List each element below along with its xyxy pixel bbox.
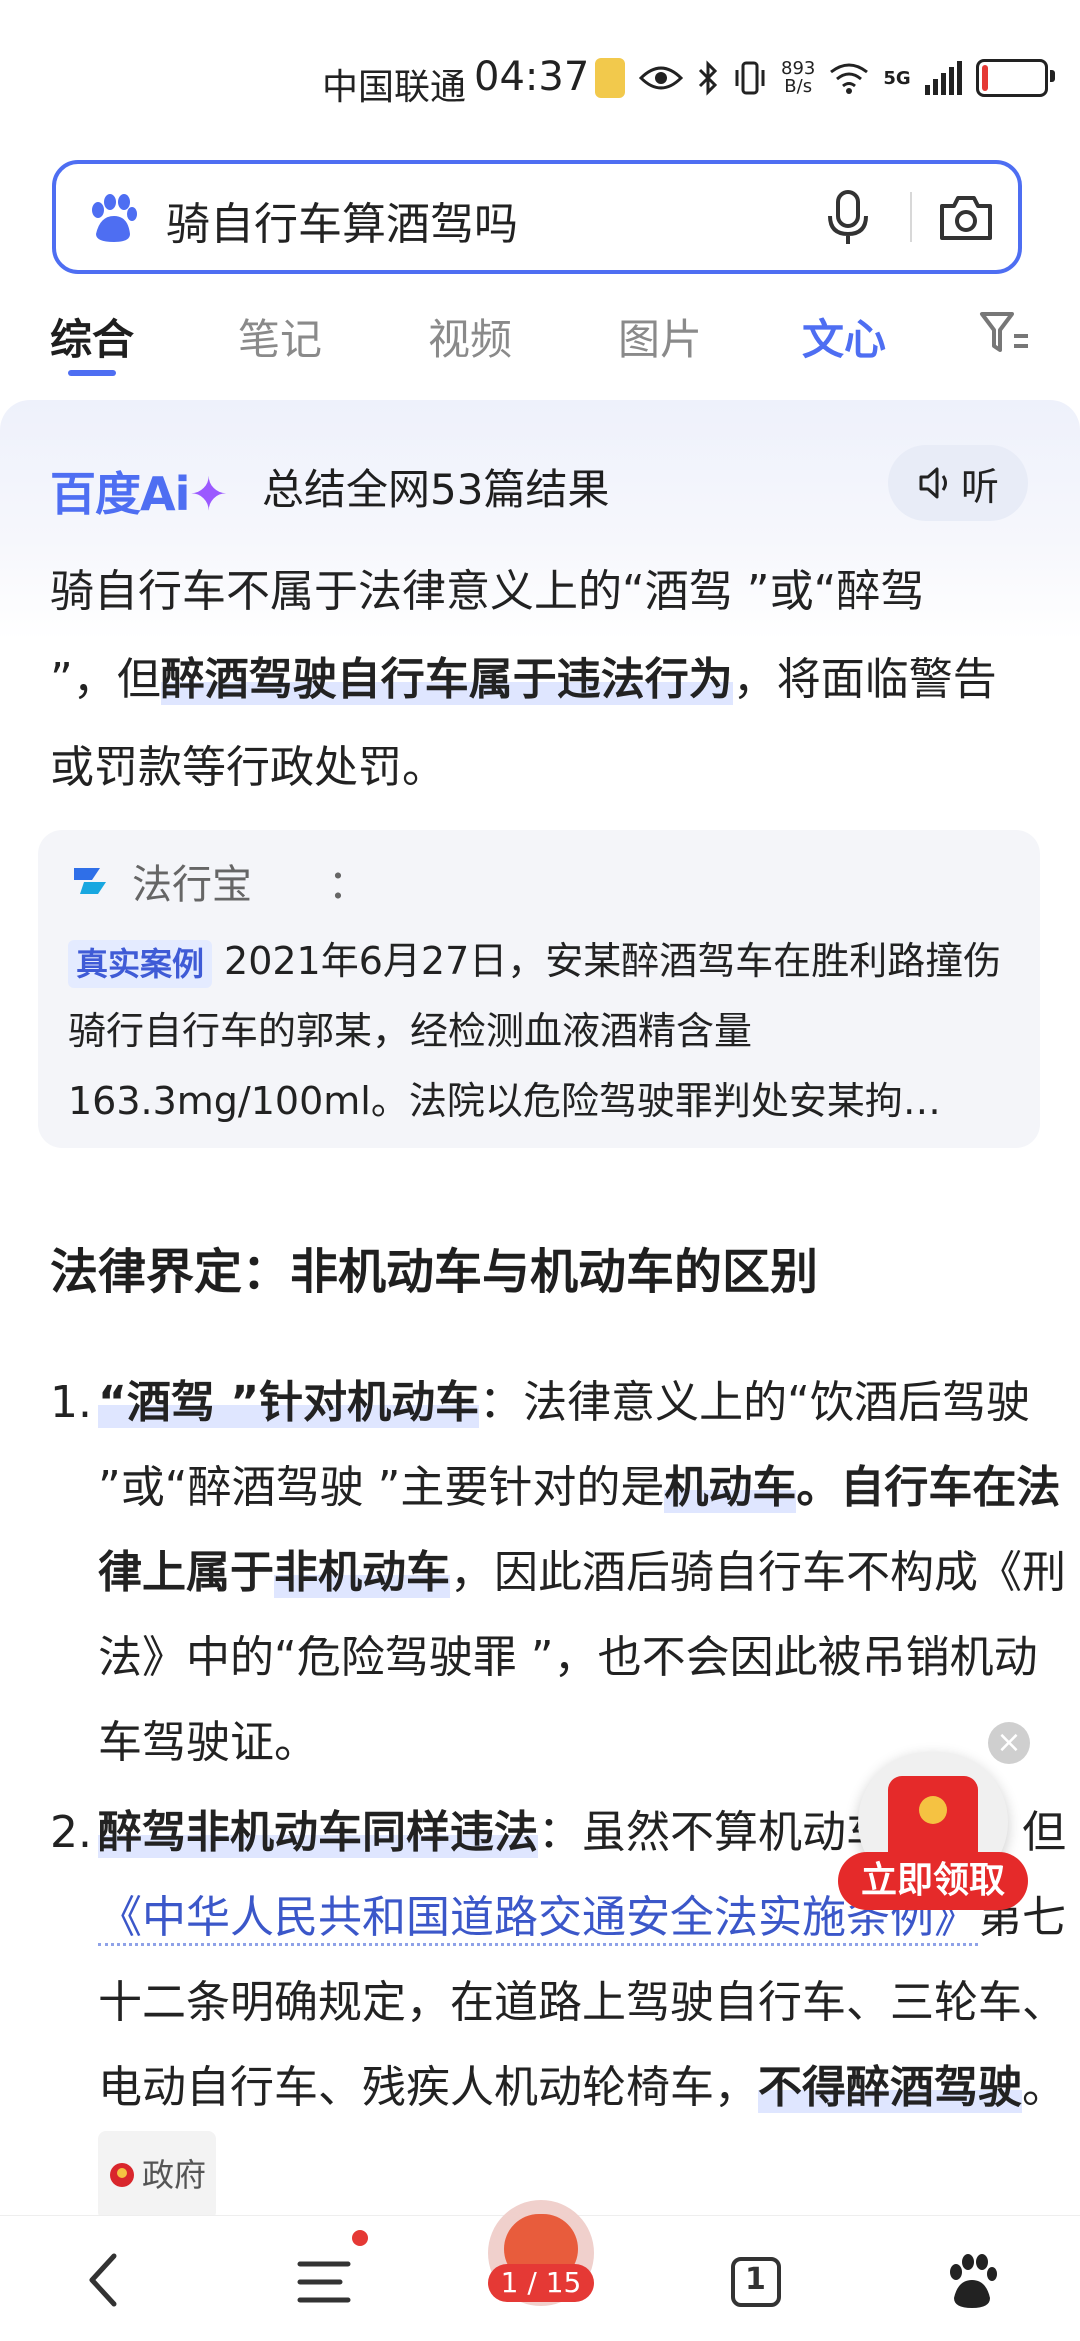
- case-card[interactable]: 法行宝 ： 真实案例 2021年6月27日，安某醉酒驾车在胜利路撞伤骑行自行车的郭…: [38, 830, 1040, 1148]
- sparkle-icon: ✦: [189, 467, 228, 521]
- faxingbao-logo-icon: [74, 868, 106, 894]
- speaker-icon: [919, 467, 947, 499]
- filter-icon[interactable]: [978, 310, 1030, 356]
- national-emblem-icon: [110, 2163, 134, 2187]
- summary-highlight: 醉酒驾驶自行车属于违法行为: [160, 654, 733, 705]
- status-icons: 893 B/s 5G: [595, 58, 1055, 98]
- notification-app-icon: [595, 58, 625, 98]
- list-item: 1. “酒驾 ”针对机动车：法律意义上的“饮酒后驾驶 ”或“醉酒驾驶 ”主要针对…: [50, 1360, 1066, 1785]
- tab-wenxin[interactable]: 文心: [802, 306, 886, 367]
- tab-video[interactable]: 视频: [428, 306, 512, 367]
- ai-summary-text: 骑自行车不属于法律意义上的“酒驾 ”或“醉驾 ”，但醉酒驾驶自行车属于违法行为，…: [50, 548, 1000, 812]
- search-divider: [910, 192, 912, 242]
- item-bold: 机动车: [664, 1462, 797, 1513]
- item-lead: “酒驾 ”针对机动车: [98, 1377, 480, 1428]
- listen-button[interactable]: 听: [888, 445, 1028, 521]
- listen-label: 听: [960, 464, 999, 509]
- baidu-home-icon[interactable]: [944, 2252, 1000, 2312]
- tab-notes[interactable]: 笔记: [238, 306, 322, 367]
- close-icon[interactable]: ×: [988, 1722, 1030, 1764]
- government-source-badge[interactable]: 政府: [98, 2130, 217, 2220]
- battery-icon: [975, 59, 1055, 97]
- search-bar[interactable]: 骑自行车算酒驾吗: [52, 160, 1022, 274]
- ai-logo-text: 百度Ai: [50, 467, 190, 521]
- list-item-number: 1.: [50, 1377, 92, 1428]
- carrier-name: 中国联通: [322, 67, 467, 108]
- notification-dot: [352, 2230, 368, 2246]
- item-text: 。: [796, 1462, 841, 1513]
- wifi-icon: [830, 63, 869, 94]
- case-body: 真实案例 2021年6月27日，安某醉酒驾车在胜利路撞伤骑行自行车的郭某，经检测血…: [68, 926, 1038, 1136]
- active-tab-indicator: [68, 370, 116, 376]
- baidu-ai-logo: 百度Ai✦: [50, 458, 228, 524]
- baidu-paw-icon: [92, 194, 137, 242]
- item-bold: 非机动车: [274, 1547, 450, 1598]
- tab-count: 1: [745, 2262, 766, 2297]
- page-counter: 1 / 15: [488, 2264, 594, 2302]
- section-title: 法律界定：非机动车与机动车的区别: [50, 1244, 819, 1300]
- microphone-icon[interactable]: [826, 190, 870, 246]
- status-bar: 中国联通 04:37 893 B/s 5G: [0, 48, 1080, 112]
- item-lead: 醉驾非机动车同样违法: [98, 1807, 538, 1858]
- list-item-text: “酒驾 ”针对机动车：法律意义上的“饮酒后驾驶 ”或“醉酒驾驶 ”主要针对的是机…: [98, 1360, 1068, 1785]
- camera-icon[interactable]: [938, 192, 994, 242]
- case-source-colon: ：: [328, 862, 368, 908]
- red-envelope-promo[interactable]: × 立即领取: [838, 1722, 1030, 1912]
- list-item-number: 2.: [50, 1807, 92, 1858]
- vibrate-icon: [735, 61, 765, 95]
- network-speed: 893 B/s: [781, 60, 815, 96]
- result-tabs: 综合 笔记 视频 图片 文心: [0, 300, 1080, 380]
- badge-label: 政府: [142, 2155, 207, 2194]
- item-text: 。: [1022, 2062, 1066, 2113]
- item-bold: 不得醉酒驾驶: [758, 2062, 1022, 2113]
- network-speed-unit: B/s: [784, 76, 813, 97]
- bluetooth-icon: [698, 60, 718, 96]
- case-source: 法行宝: [132, 862, 252, 908]
- signal-icon: [924, 61, 962, 95]
- case-tag: 真实案例: [68, 939, 213, 988]
- center-reward-button[interactable]: 1 / 15: [488, 2200, 594, 2306]
- tab-all[interactable]: 综合: [50, 306, 134, 367]
- claim-now-button[interactable]: 立即领取: [838, 1852, 1028, 1910]
- tab-images[interactable]: 图片: [618, 306, 702, 367]
- eye-icon: [639, 66, 683, 90]
- clock: 04:37: [474, 54, 590, 100]
- menu-icon[interactable]: [296, 2260, 352, 2304]
- back-icon[interactable]: [84, 2252, 124, 2308]
- search-input[interactable]: 骑自行车算酒驾吗: [166, 188, 518, 252]
- ai-summary-heading: 总结全网53篇结果: [262, 465, 610, 514]
- network-type: 5G: [883, 67, 911, 89]
